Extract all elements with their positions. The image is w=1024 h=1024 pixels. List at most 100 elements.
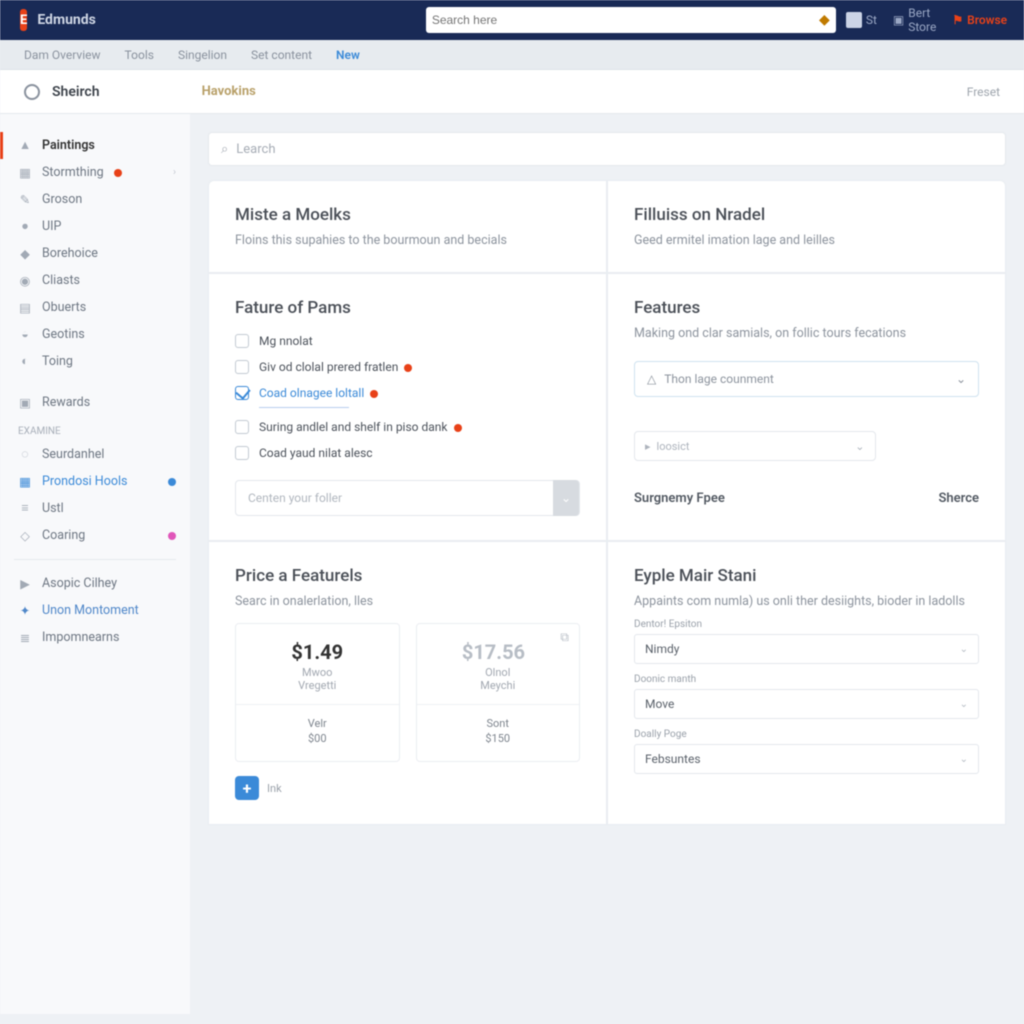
- select-value: Move: [645, 697, 674, 711]
- topbar-user-label: St: [866, 13, 877, 27]
- checkbox-row[interactable]: Suring andlel and shelf in piso dank: [235, 420, 580, 434]
- doc-icon: ▤: [18, 301, 32, 315]
- checkbox-icon[interactable]: [235, 420, 249, 434]
- person-icon: ▲: [18, 139, 32, 153]
- sidebar-item-impom[interactable]: ≣ Impomnearns: [0, 624, 190, 651]
- sidebar-item-unon[interactable]: ✦Unon Montoment: [0, 597, 190, 624]
- topbar: E Edmunds ◆ St ▣Bert Store ⚑Browse: [0, 0, 1024, 40]
- price-sub2: $150: [427, 732, 570, 745]
- price-sub1: Sont: [427, 717, 570, 730]
- chevron-down-icon[interactable]: ⌄: [956, 372, 966, 386]
- topbar-user[interactable]: St: [846, 12, 877, 28]
- checkbox-row[interactable]: Coad yaud nilat alesc: [235, 446, 580, 460]
- price-card[interactable]: $1.49 Mwoo Vregetti Velr $00: [235, 623, 400, 762]
- global-search[interactable]: ◆: [426, 7, 836, 33]
- select-value: loosict: [657, 440, 690, 453]
- card-eyple: Eyple Mair Stani Appaints com numla) us …: [607, 541, 1006, 825]
- sidebar-item-ustl[interactable]: ≡Ustl: [0, 495, 190, 522]
- sidebar-item-prondosi[interactable]: ▦Prondosi Hools: [0, 468, 190, 495]
- price-value: $1.49: [246, 640, 389, 664]
- feature-select[interactable]: △ Thon lage counment ⌄: [634, 361, 979, 397]
- sidebar-item-label: Impomnearns: [42, 630, 119, 645]
- sidebar: ▲Paintings ▦Stormthing› ✎Groson ●UIP ◆Bo…: [0, 114, 190, 1014]
- avatar-icon: [846, 12, 862, 28]
- chevron-down-icon[interactable]: ⌄: [855, 440, 864, 453]
- chevron-down-icon[interactable]: ⌄: [553, 480, 579, 516]
- layers-icon: ≡: [18, 502, 32, 516]
- card-filluiss: Filluiss on Nradel Geed ermitel imation …: [607, 180, 1006, 273]
- form-label: Doonic manth: [634, 674, 979, 685]
- checkbox-icon[interactable]: [235, 386, 249, 400]
- subnav-item-set[interactable]: Set content: [251, 48, 312, 62]
- topbar-store[interactable]: ▣Bert Store: [893, 6, 936, 34]
- card-title: Filluiss on Nradel: [634, 205, 979, 225]
- folder-select[interactable]: Centen your foller ⌄: [235, 480, 580, 516]
- logo-icon[interactable]: E: [20, 9, 27, 31]
- sidebar-item-rewards[interactable]: ▣Rewards: [0, 389, 190, 416]
- sidebar-item-coaring[interactable]: ◇Coaring: [0, 522, 190, 549]
- chevron-down-icon[interactable]: ⌄: [960, 754, 968, 765]
- sidebar-item-label: Unon Montoment: [42, 603, 139, 618]
- price-card[interactable]: ⧉ $17.56 Olnol Meychi Sont $150: [416, 623, 581, 762]
- topbar-store-label: Bert Store: [908, 6, 936, 34]
- sidebar-item-cliasts[interactable]: ◉Cliasts: [0, 267, 190, 294]
- checkbox-icon[interactable]: [235, 360, 249, 374]
- sidebar-item-label: Asopic Cilhey: [42, 576, 117, 591]
- sidebar-item-groson[interactable]: ✎Groson: [0, 186, 190, 213]
- sidebar-item-asopic[interactable]: ▶Asopic Cilhey: [0, 570, 190, 597]
- checkbox-row[interactable]: Coad olnagee loltall: [235, 386, 580, 400]
- form-select-2[interactable]: Move ⌄: [634, 689, 979, 719]
- card-footer-row: Surgnemy Fpee Sherce: [634, 491, 979, 506]
- page-tag[interactable]: Havokins: [202, 84, 256, 99]
- form-select-1[interactable]: Nimdy ⌄: [634, 634, 979, 664]
- page-title: Sheirch: [52, 84, 100, 100]
- sidebar-item-obuerts[interactable]: ▤Obuerts: [0, 294, 190, 321]
- select-value: Nimdy: [645, 642, 679, 656]
- sidebar-item-toing[interactable]: ◐Toing: [0, 348, 190, 375]
- subnav-item-tools[interactable]: Tools: [125, 48, 154, 62]
- main-content: ⌕ Learch Miste a Moelks Floins this supa…: [190, 114, 1024, 1014]
- card-fature: Fature of Pams Mg nnolat Giv od clolal p…: [208, 273, 607, 541]
- brand-label: Edmunds: [37, 12, 96, 28]
- topbar-browse[interactable]: ⚑Browse: [952, 13, 1007, 27]
- tag-icon: ◐: [18, 355, 32, 369]
- checkbox-row[interactable]: Mg nnolat: [235, 334, 580, 348]
- sidebar-item-label: Stormthing: [42, 165, 104, 180]
- checkbox-row[interactable]: Giv od clolal prered fratlen: [235, 360, 580, 374]
- checkbox-icon[interactable]: [235, 446, 249, 460]
- sidebar-item-stormthing[interactable]: ▦Stormthing›: [0, 159, 190, 186]
- sidebar-item-paintings[interactable]: ▲Paintings: [0, 132, 190, 159]
- list-icon: ≣: [18, 631, 32, 645]
- radio-icon[interactable]: [24, 84, 40, 100]
- subnav-item-overview[interactable]: Dam Overview: [24, 48, 101, 62]
- card-title: Price a Featurels: [235, 566, 580, 586]
- sidebar-item-borehoice[interactable]: ◆Borehoice: [0, 240, 190, 267]
- price-value: $17.56: [427, 640, 570, 664]
- checkbox-label: Suring andlel and shelf in piso dank: [259, 420, 462, 434]
- content-search[interactable]: ⌕ Learch: [208, 132, 1006, 166]
- form-select-3[interactable]: Febsuntes⌄: [634, 744, 979, 774]
- calendar-icon: ▦: [18, 166, 32, 180]
- sidebar-item-label: UIP: [42, 219, 61, 234]
- global-search-input[interactable]: [432, 13, 819, 27]
- subnav-item-sing[interactable]: Singelion: [178, 48, 227, 62]
- sidebar-item-geotins[interactable]: ◒Geotins: [0, 321, 190, 348]
- sidebar-item-uip[interactable]: ●UIP: [0, 213, 190, 240]
- grid-icon: ▦: [18, 475, 32, 489]
- chevron-down-icon[interactable]: ⌄: [960, 699, 968, 710]
- copy-icon[interactable]: ⧉: [560, 630, 569, 645]
- card-subtitle: Making ond clar samials, on follic tours…: [634, 326, 979, 341]
- add-row: + Ink: [235, 776, 580, 800]
- sidebar-item-seurdanhel[interactable]: ◌Seurdanhel: [0, 441, 190, 468]
- add-button[interactable]: +: [235, 776, 259, 800]
- chevron-down-icon[interactable]: ⌄: [960, 644, 968, 655]
- page-end-link[interactable]: Freset: [967, 85, 1000, 99]
- search-icon[interactable]: ◆: [819, 12, 830, 28]
- subnav-item-new[interactable]: New: [336, 48, 360, 62]
- price-cards: $1.49 Mwoo Vregetti Velr $00 ⧉ $17.56 Ol…: [235, 623, 580, 762]
- mini-select[interactable]: ▸ loosict ⌄: [634, 431, 876, 461]
- price-label1: Mwoo: [246, 666, 389, 679]
- divider: [417, 704, 580, 705]
- sidebar-item-label: Groson: [42, 192, 82, 207]
- checkbox-icon[interactable]: [235, 334, 249, 348]
